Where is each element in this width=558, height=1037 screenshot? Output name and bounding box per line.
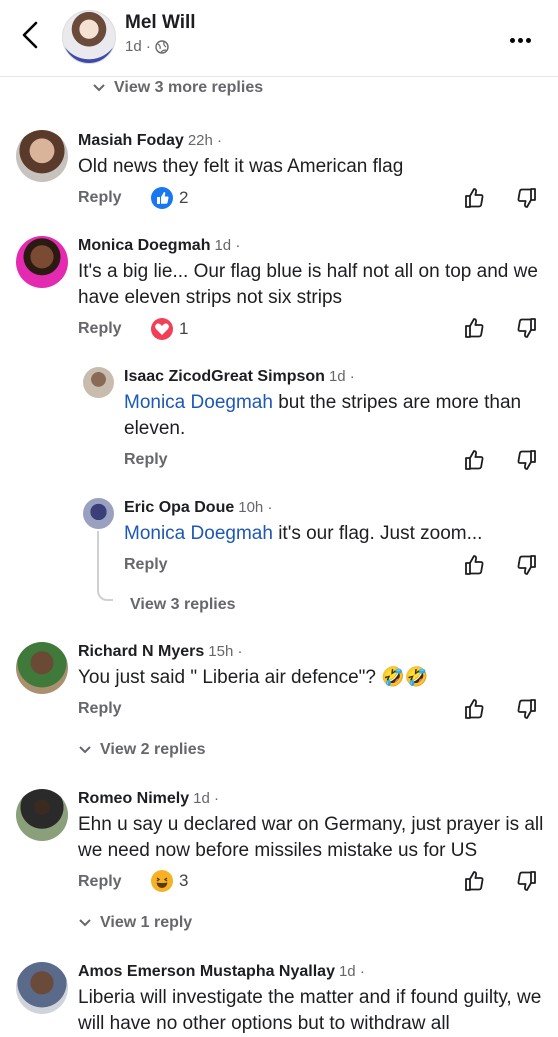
avatar[interactable] [83,367,114,398]
author-avatar[interactable] [62,10,116,64]
author-name[interactable]: Mel Will [125,12,196,34]
globe-icon [155,39,169,54]
comment-text: Monica Doegmah but the stripes are more … [124,390,534,442]
reaction-count: 1 [179,319,189,338]
like-reaction-icon [151,187,173,209]
thumbs-up-icon[interactable] [463,697,487,721]
comment-author[interactable]: Isaac ZicodGreat Simpson [124,368,325,386]
thumbs-down-icon[interactable] [514,553,538,577]
reply-button[interactable]: Reply [78,189,122,207]
post-meta: 1d · [125,38,169,55]
reply-button[interactable]: Reply [124,556,168,574]
avatar[interactable] [16,789,68,841]
comment-author[interactable]: Monica Doegmah [78,237,210,255]
comment-author-line: Richard N Myers 15h · [78,643,242,661]
thumbs-up-icon[interactable] [463,448,487,472]
back-button[interactable] [14,18,48,52]
comment-text: Monica Doegmah it's our flag. Just zoom.… [124,521,544,547]
comment-time: 15h · [208,643,243,660]
comment-text-body: it's our flag. Just zoom... [272,523,483,544]
comment-author[interactable]: Richard N Myers [78,643,204,661]
thumbs-down-icon[interactable] [514,448,538,472]
avatar[interactable] [16,130,68,182]
reply-button[interactable]: Reply [78,700,122,718]
more-options-button[interactable] [510,30,540,43]
reply-author-line: Isaac ZicodGreat Simpson 1d · [124,368,355,386]
post-header: Mel Will 1d · [0,0,558,77]
comment-author-line: Masiah Foday 22h · [78,132,222,150]
reaction-summary[interactable]: 1 [151,318,188,340]
comment-text: Liberia will investigate the matter and … [78,987,542,1034]
view-replies-romeo[interactable]: View 1 reply [78,914,192,932]
mention-link[interactable]: Monica Doegmah [124,392,273,413]
thumbs-up-icon[interactable] [463,186,487,210]
avatar[interactable] [16,236,68,288]
comment-author[interactable]: Masiah Foday [78,132,184,150]
comment-author[interactable]: Romeo Nimely [78,790,189,808]
view-replies-label: View 1 reply [100,914,193,931]
comment-author-line: Romeo Nimely 1d · [78,790,219,808]
comment-author-line: Monica Doegmah 1d · [78,237,240,255]
comment-text: Old news they felt it was American flag [78,156,404,177]
view-replies-label: View 3 replies [130,596,236,613]
chevron-left-icon [22,21,38,49]
mention-link[interactable]: Monica Doegmah [124,523,273,544]
view-replies-richard[interactable]: View 2 replies [78,741,206,759]
love-reaction-icon [151,318,173,340]
thumbs-down-icon[interactable] [514,186,538,210]
haha-reaction-icon [151,870,173,892]
reply-author-line: Eric Opa Doue 10h · [124,499,272,517]
reaction-count: 2 [179,188,189,207]
chevron-down-icon [79,746,91,754]
reply-button[interactable]: Reply [78,320,122,338]
thread-connector [97,531,113,601]
view-replies-label: View 2 replies [100,741,206,758]
chevron-down-icon [79,919,91,927]
thumbs-down-icon[interactable] [514,869,538,893]
chevron-down-icon [93,84,105,92]
view-more-replies-top[interactable]: View 3 more replies [92,79,263,97]
comment-time: 1d · [214,237,241,254]
view-more-label: View 3 more replies [114,79,264,96]
thumbs-down-icon[interactable] [514,316,538,340]
comment-time: 10h · [238,499,273,516]
thumbs-up-icon[interactable] [463,869,487,893]
comment-text: It's a big lie... Our flag blue is half … [78,261,538,308]
comment-text: Ehn u say u declared war on Germany, jus… [78,814,544,861]
comment-author[interactable]: Eric Opa Doue [124,499,234,517]
comment-time: 1d · [328,368,355,385]
reply-button[interactable]: Reply [124,451,168,469]
comment-time: 1d · [338,963,365,980]
comment-author-line: Amos Emerson Mustapha Nyallay 1d · [78,963,365,981]
reaction-count: 3 [179,871,189,890]
thumbs-up-icon[interactable] [463,553,487,577]
thumbs-up-icon[interactable] [463,316,487,340]
view-replies-monica[interactable]: View 3 replies [130,596,236,614]
reply-button[interactable]: Reply [78,873,122,891]
avatar[interactable] [16,642,68,694]
reaction-summary[interactable]: 3 [151,870,188,892]
post-time: 1d · [125,38,151,55]
avatar[interactable] [16,962,68,1014]
thumbs-down-icon[interactable] [514,697,538,721]
comment-author[interactable]: Amos Emerson Mustapha Nyallay [78,963,335,981]
comment-time: 22h · [187,132,223,149]
comment-text: You just said " Liberia air defence"? 🤣🤣 [78,667,429,688]
comment-time: 1d · [193,790,219,807]
avatar[interactable] [83,498,114,529]
reaction-summary[interactable]: 2 [151,187,188,209]
